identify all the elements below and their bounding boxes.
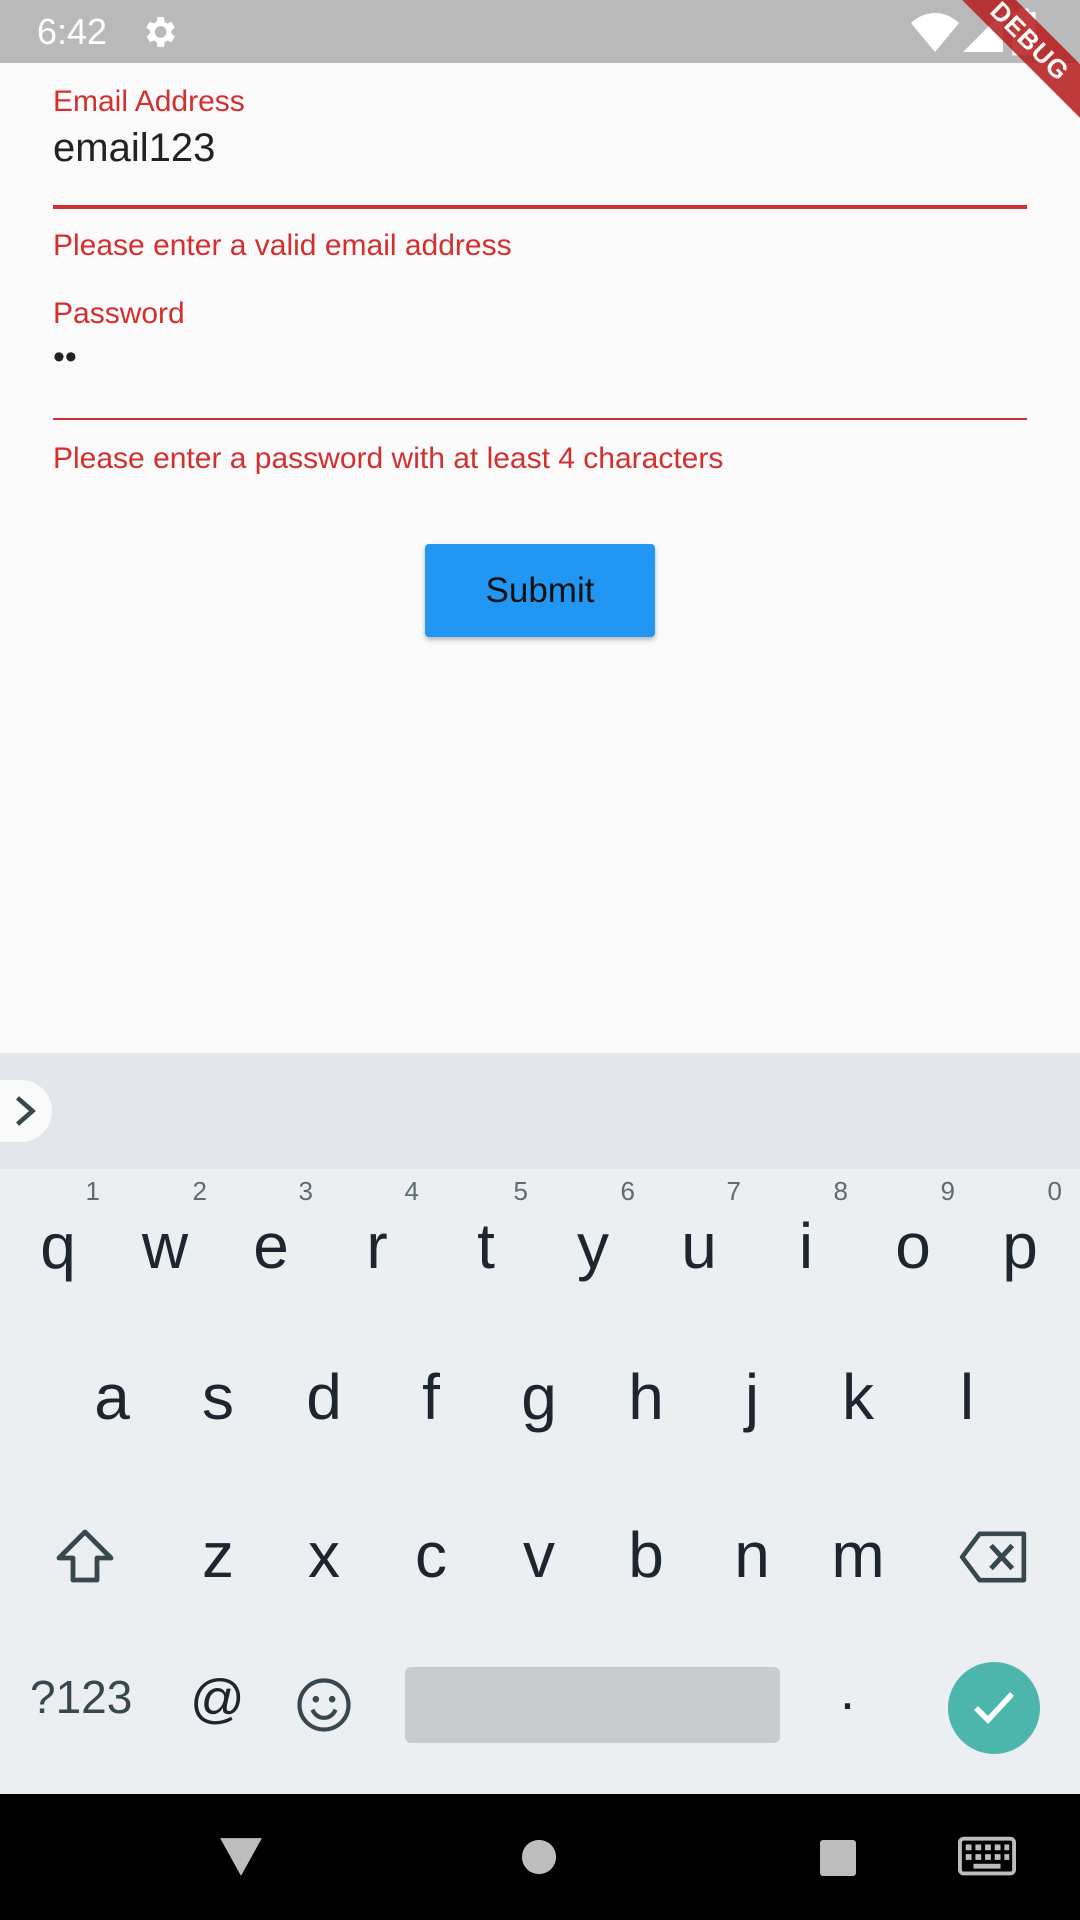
- key-r[interactable]: r4: [327, 1176, 427, 1286]
- key-label: h: [628, 1361, 664, 1433]
- key-l[interactable]: l: [917, 1357, 1017, 1437]
- enter-key[interactable]: [948, 1662, 1040, 1754]
- key-u[interactable]: u7: [649, 1176, 749, 1286]
- back-icon[interactable]: [218, 1836, 264, 1878]
- key-label: s: [202, 1361, 234, 1433]
- key-label: j: [744, 1361, 760, 1433]
- key-q[interactable]: q1: [8, 1176, 108, 1286]
- key-hint: 5: [513, 1176, 528, 1206]
- key-d[interactable]: d: [274, 1357, 374, 1437]
- key-label: o: [895, 1210, 931, 1282]
- key-x[interactable]: x: [274, 1515, 374, 1595]
- key-p[interactable]: p0: [970, 1176, 1070, 1286]
- key-g[interactable]: g: [489, 1357, 589, 1437]
- key-k[interactable]: k: [808, 1357, 908, 1437]
- key-z[interactable]: z: [168, 1515, 268, 1595]
- password-underline: [53, 418, 1027, 420]
- at-key[interactable]: @: [190, 1668, 245, 1730]
- space-key[interactable]: [405, 1667, 780, 1743]
- key-h[interactable]: h: [596, 1357, 696, 1437]
- key-label: e: [253, 1210, 289, 1282]
- backspace-icon[interactable]: [958, 1530, 1028, 1584]
- key-s[interactable]: s: [168, 1357, 268, 1437]
- keyboard-toolbar: [0, 1053, 1080, 1169]
- email-error: Please enter a valid email address: [53, 229, 512, 262]
- key-label: v: [523, 1519, 555, 1591]
- key-label: l: [959, 1361, 975, 1433]
- shift-icon[interactable]: [55, 1528, 115, 1584]
- key-w[interactable]: w2: [115, 1176, 215, 1286]
- email-underline: [53, 205, 1027, 209]
- email-input[interactable]: email123: [53, 126, 215, 171]
- key-label: t: [477, 1210, 495, 1282]
- key-j[interactable]: j: [702, 1357, 802, 1437]
- chevron-right-icon: [16, 1096, 36, 1126]
- key-label: k: [842, 1361, 874, 1433]
- key-c[interactable]: c: [381, 1515, 481, 1595]
- key-y[interactable]: y6: [543, 1176, 643, 1286]
- key-label: i: [798, 1210, 814, 1282]
- key-f[interactable]: f: [381, 1357, 481, 1437]
- key-label: c: [415, 1519, 447, 1591]
- key-e[interactable]: e3: [221, 1176, 321, 1286]
- key-label: u: [681, 1210, 717, 1282]
- key-t[interactable]: t5: [436, 1176, 536, 1286]
- key-label: n: [734, 1519, 770, 1591]
- key-label: f: [422, 1361, 440, 1433]
- key-hint: 6: [620, 1176, 635, 1206]
- key-hint: 7: [726, 1176, 741, 1206]
- password-label: Password: [53, 297, 185, 330]
- key-label: q: [40, 1210, 76, 1282]
- key-n[interactable]: n: [702, 1515, 802, 1595]
- key-label: w: [141, 1210, 189, 1282]
- key-label: m: [831, 1519, 885, 1591]
- key-i[interactable]: i8: [756, 1176, 856, 1286]
- key-v[interactable]: v: [489, 1515, 589, 1595]
- key-hint: 3: [298, 1176, 313, 1206]
- password-input[interactable]: ••: [53, 338, 77, 377]
- gear-icon: [146, 17, 175, 47]
- key-label: p: [1002, 1210, 1038, 1282]
- key-label: z: [202, 1519, 234, 1591]
- key-label: a: [94, 1361, 130, 1433]
- symbols-key[interactable]: ?123: [30, 1670, 132, 1724]
- keyboard-icon[interactable]: [958, 1836, 1016, 1880]
- submit-button[interactable]: Submit: [425, 544, 655, 637]
- key-label: r: [366, 1210, 388, 1282]
- check-icon: [974, 1692, 1015, 1725]
- status-time: 6:42: [37, 11, 108, 52]
- email-label: Email Address: [53, 85, 245, 118]
- key-label: x: [308, 1519, 340, 1591]
- key-hint: 1: [85, 1176, 100, 1206]
- key-hint: 9: [940, 1176, 955, 1206]
- key-m[interactable]: m: [808, 1515, 908, 1595]
- key-o[interactable]: o9: [863, 1176, 963, 1286]
- key-label: y: [577, 1210, 609, 1282]
- key-hint: 4: [404, 1176, 419, 1206]
- key-hint: 0: [1047, 1176, 1062, 1206]
- password-error: Please enter a password with at least 4 …: [53, 442, 724, 475]
- key-hint: 8: [833, 1176, 848, 1206]
- key-a[interactable]: a: [62, 1357, 162, 1437]
- key-label: g: [521, 1361, 557, 1433]
- key-label: b: [628, 1519, 664, 1591]
- recents-icon[interactable]: [818, 1838, 858, 1878]
- period-key[interactable]: .: [840, 1660, 855, 1722]
- key-b[interactable]: b: [596, 1515, 696, 1595]
- debug-banner: DEBUG: [880, 0, 1080, 200]
- key-hint: 2: [192, 1176, 207, 1206]
- home-icon[interactable]: [520, 1838, 558, 1876]
- navigation-bar: [0, 1794, 1080, 1920]
- emoji-icon[interactable]: [296, 1677, 352, 1733]
- key-label: d: [306, 1361, 342, 1433]
